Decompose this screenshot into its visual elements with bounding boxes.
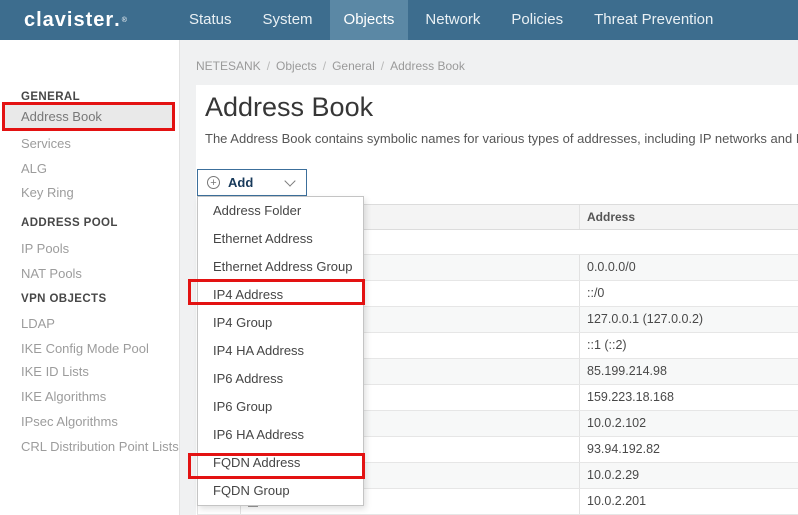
address-cell: 85.199.214.98 [579, 359, 798, 384]
sidebar-section-vpn-objects: VPN OBJECTS [21, 293, 107, 305]
address-cell: ::1 (::2) [579, 333, 798, 358]
logo-period: . [114, 10, 121, 30]
sidebar-section-address-pool: ADDRESS POOL [21, 217, 118, 229]
sidebar-item-ldap[interactable]: LDAP [21, 316, 55, 331]
sidebar-item-crl-distribution-point-lists[interactable]: CRL Distribution Point Lists [21, 439, 179, 454]
address-cell: 0.0.0.0/0 [579, 255, 798, 280]
sidebar-item-alg[interactable]: ALG [21, 161, 47, 176]
address-cell: 93.94.192.82 [579, 437, 798, 462]
menu-item-ip4-group[interactable]: IP4 Group [198, 309, 363, 337]
chevron-down-icon [284, 175, 295, 186]
clavister-webui: clavister.® Status System Objects Networ… [0, 0, 798, 515]
address-cell: 10.0.2.102 [579, 411, 798, 436]
table-header-address-col: Address [579, 205, 798, 229]
sidebar-item-ike-id-lists[interactable]: IKE ID Lists [21, 364, 89, 379]
nav-item-network[interactable]: Network [411, 0, 494, 40]
plus-circle-icon: + [207, 176, 220, 189]
breadcrumb-general[interactable]: General [332, 59, 375, 73]
sidebar-item-ip-pools[interactable]: IP Pools [21, 241, 69, 256]
menu-item-ip4-address[interactable]: IP4 Address [198, 281, 363, 309]
menu-item-ethernet-address[interactable]: Ethernet Address [198, 225, 363, 253]
breadcrumb-separator: / [267, 59, 270, 73]
address-cell: 10.0.2.201 [579, 489, 798, 514]
sidebar-item-ipsec-algorithms[interactable]: IPsec Algorithms [21, 414, 118, 429]
nav-item-policies[interactable]: Policies [497, 0, 577, 40]
menu-item-ip4-ha-address[interactable]: IP4 HA Address [198, 337, 363, 365]
sidebar-item-services[interactable]: Services [21, 136, 71, 151]
menu-item-fqdn-address[interactable]: FQDN Address [198, 449, 363, 477]
breadcrumb-device[interactable]: NETESANK [196, 59, 261, 73]
address-cell: 127.0.0.1 (127.0.0.2) [579, 307, 798, 332]
breadcrumb-separator: / [323, 59, 326, 73]
breadcrumb-address-book[interactable]: Address Book [390, 59, 465, 73]
main-menu: Status System Objects Network Policies T… [175, 0, 730, 40]
sidebar-item-ike-algorithms[interactable]: IKE Algorithms [21, 389, 106, 404]
sidebar-item-key-ring[interactable]: Key Ring [21, 185, 74, 200]
add-button-label: Add [228, 175, 253, 190]
address-cell: 159.223.18.168 [579, 385, 798, 410]
registered-mark-icon: ® [122, 17, 127, 24]
menu-item-ip6-group[interactable]: IP6 Group [198, 393, 363, 421]
clavister-logo: clavister.® [0, 0, 175, 40]
menu-item-ip6-ha-address[interactable]: IP6 HA Address [198, 421, 363, 449]
page-description: The Address Book contains symbolic names… [205, 131, 798, 146]
nav-item-status[interactable]: Status [175, 0, 246, 40]
top-navbar: clavister.® Status System Objects Networ… [0, 0, 798, 40]
add-dropdown-menu: Address Folder Ethernet Address Ethernet… [197, 196, 364, 506]
menu-item-address-folder[interactable]: Address Folder [198, 197, 363, 225]
address-cell: ::/0 [579, 281, 798, 306]
address-cell: 10.0.2.29 [579, 463, 798, 488]
sidebar-item-nat-pools[interactable]: NAT Pools [21, 266, 82, 281]
page-title: Address Book [205, 92, 373, 123]
breadcrumb: NETESANK / Objects / General / Address Book [196, 59, 465, 73]
menu-item-fqdn-group[interactable]: FQDN Group [198, 477, 363, 505]
nav-item-system[interactable]: System [249, 0, 327, 40]
sidebar: GENERAL Address Book Services ALG Key Ri… [0, 40, 180, 515]
menu-item-ip6-address[interactable]: IP6 Address [198, 365, 363, 393]
nav-item-threat-prevention[interactable]: Threat Prevention [580, 0, 727, 40]
breadcrumb-separator: / [381, 59, 384, 73]
menu-item-ethernet-address-group[interactable]: Ethernet Address Group [198, 253, 363, 281]
sidebar-item-ike-config-mode-pool[interactable]: IKE Config Mode Pool [21, 341, 149, 356]
nav-item-objects[interactable]: Objects [330, 0, 409, 40]
add-button[interactable]: + Add [197, 169, 307, 196]
sidebar-item-address-book[interactable]: Address Book [2, 102, 175, 131]
breadcrumb-objects[interactable]: Objects [276, 59, 317, 73]
clavister-logo-text: clavister [24, 10, 114, 30]
